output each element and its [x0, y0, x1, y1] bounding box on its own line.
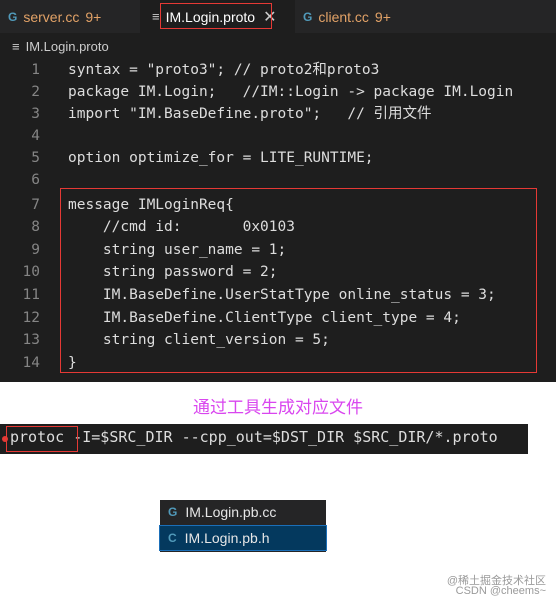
terminal-command: protoc -I=$SRC_DIR --cpp_out=$DST_DIR $S…	[0, 424, 528, 454]
line-number: 14	[22, 355, 40, 371]
cpp-file-icon: G	[8, 9, 18, 24]
line-number: 13	[22, 332, 40, 348]
line-number: 8	[31, 219, 40, 235]
tab-server-cc[interactable]: G server.cc 9+	[0, 0, 140, 33]
file-name: IM.Login.pb.cc	[185, 504, 277, 520]
line-text: import "IM.BaseDefine.proto"; // 引用文件	[68, 106, 432, 122]
cpp-file-icon: G	[303, 9, 313, 24]
line-number: 7	[31, 197, 40, 213]
code-line: 3 import "IM.BaseDefine.proto"; // 引用文件	[0, 103, 556, 125]
watermark-csdn: CSDN @cheems~	[455, 585, 546, 597]
line-number: 12	[22, 310, 40, 326]
code-line: 5 option optimize_for = LITE_RUNTIME;	[0, 147, 556, 169]
line-text: syntax = "proto3"; // proto2和proto3	[68, 62, 380, 78]
line-number: 3	[31, 106, 40, 122]
breadcrumb: ≡ IM.Login.proto	[0, 33, 556, 59]
line-number: 10	[22, 264, 40, 280]
message-highlight-box	[60, 188, 537, 373]
line-number: 2	[31, 84, 40, 100]
code-editor: G server.cc 9+ ≡ IM.Login.proto ✕ G clie…	[0, 0, 556, 382]
line-text: option optimize_for = LITE_RUNTIME;	[68, 150, 374, 166]
line-number: 5	[31, 150, 40, 166]
problems-badge: 9+	[85, 8, 102, 25]
cpp-file-icon: G	[168, 505, 178, 519]
line-number: 11	[22, 287, 40, 303]
tab-highlight-box	[160, 3, 272, 29]
tab-client-cc[interactable]: G client.cc 9+	[295, 0, 435, 33]
proto-file-icon: ≡	[12, 38, 20, 54]
tab-label: client.cc	[318, 8, 369, 25]
line-number: 1	[31, 62, 40, 78]
tab-bar: G server.cc 9+ ≡ IM.Login.proto ✕ G clie…	[0, 0, 556, 33]
file-explorer: G IM.Login.pb.cc C IM.Login.pb.h	[159, 500, 327, 552]
file-name: IM.Login.pb.h	[184, 530, 270, 546]
line-number: 6	[31, 172, 40, 188]
code-line: 1 syntax = "proto3"; // proto2和proto3	[0, 59, 556, 81]
code-line: 4	[0, 125, 556, 147]
breadcrumb-file[interactable]: IM.Login.proto	[26, 39, 109, 54]
file-item-pb-cc[interactable]: G IM.Login.pb.cc	[160, 500, 326, 524]
tab-label: server.cc	[23, 8, 80, 25]
proto-file-icon: ≡	[152, 9, 160, 24]
code-line: 2 package IM.Login; //IM::Login -> packag…	[0, 81, 556, 103]
problems-badge: 9+	[374, 8, 391, 25]
line-text: package IM.Login; //IM::Login -> package…	[68, 84, 514, 100]
file-item-pb-h[interactable]: C IM.Login.pb.h	[159, 525, 327, 551]
header-file-icon: C	[168, 531, 177, 545]
command-args: -I=$SRC_DIR --cpp_out=$DST_DIR $SRC_DIR/…	[64, 428, 498, 446]
line-number: 4	[31, 128, 40, 144]
caption: 通过工具生成对应文件	[193, 398, 363, 417]
line-number: 9	[31, 242, 40, 258]
command-highlight-box	[6, 426, 78, 452]
command-line[interactable]: protoc -I=$SRC_DIR --cpp_out=$DST_DIR $S…	[10, 428, 498, 446]
